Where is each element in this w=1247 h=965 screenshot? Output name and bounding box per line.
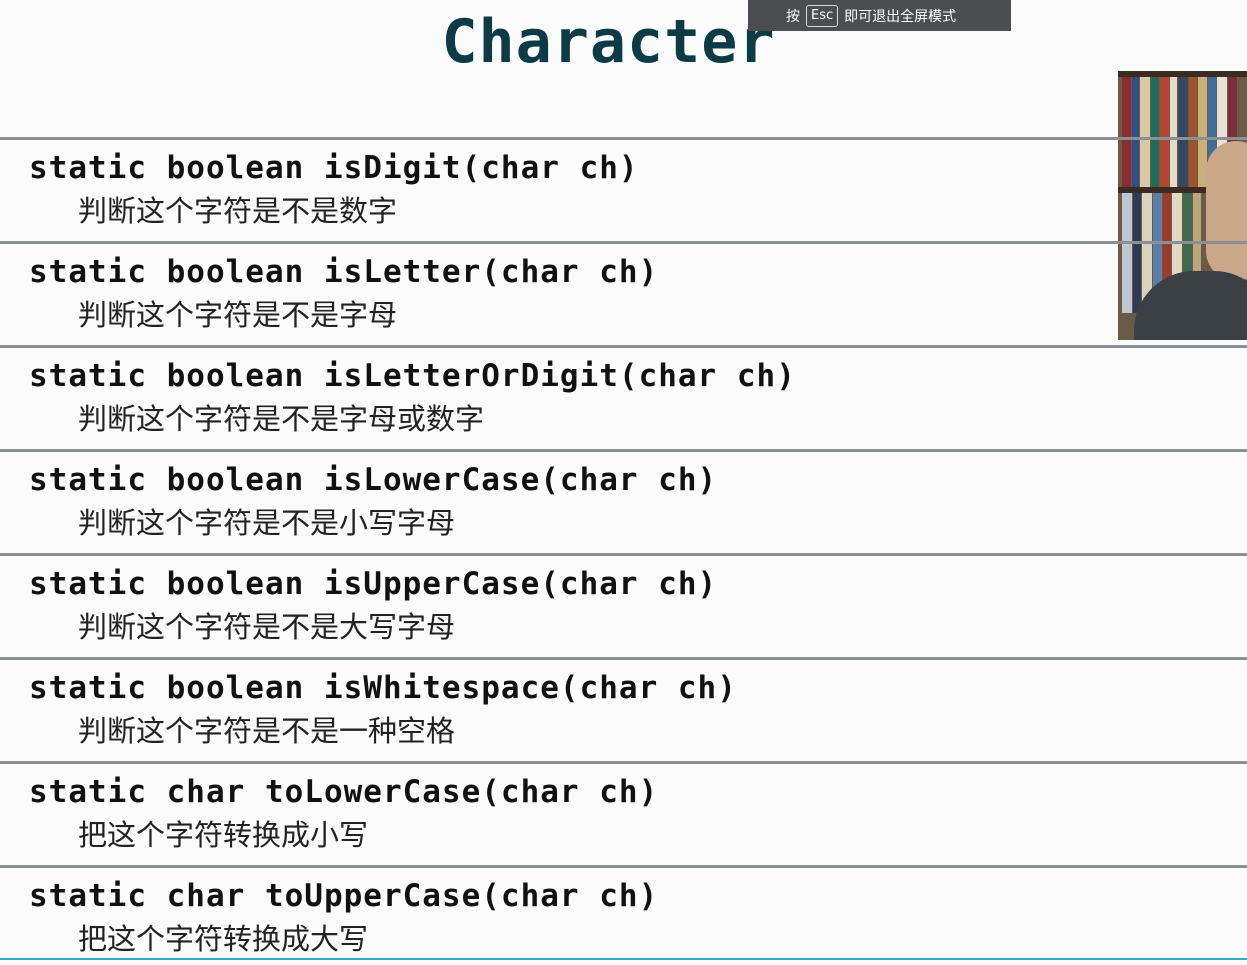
method-signature: static char toLowerCase(char ch) (29, 774, 659, 810)
method-row: static char toLowerCase(char ch) 把这个字符转换… (0, 761, 1247, 865)
fullscreen-hint-prefix: 按 (786, 8, 800, 25)
method-row: static boolean isLetterOrDigit(char ch) … (0, 345, 1247, 449)
presentation-slide: Character 按 Esc 即可退出全屏模式 static boolean (0, 0, 1247, 965)
method-row: static boolean isLowerCase(char ch) 判断这个… (0, 449, 1247, 553)
fullscreen-hint-text: 即可退出全屏模式 (844, 8, 957, 25)
slide-title: Character (441, 7, 776, 77)
method-signature: static boolean isDigit(char ch) (29, 150, 639, 186)
method-row: static boolean isWhitespace(char ch) 判断这… (0, 657, 1247, 761)
method-description: 把这个字符转换成大写 (78, 922, 369, 956)
method-row: static char toUpperCase(char ch) 把这个字符转换… (0, 865, 1247, 965)
method-row: static boolean isLetter(char ch) 判断这个字符是… (0, 241, 1247, 345)
method-description: 把这个字符转换成小写 (78, 818, 369, 852)
method-signature: static boolean isLowerCase(char ch) (29, 462, 718, 498)
video-progress-line (0, 958, 1247, 960)
method-signature: static boolean isLetterOrDigit(char ch) (29, 358, 796, 394)
method-signature: static char toUpperCase(char ch) (29, 878, 659, 914)
method-description: 判断这个字符是不是一种空格 (78, 714, 456, 748)
method-signature: static boolean isWhitespace(char ch) (29, 670, 737, 706)
method-row: static boolean isUpperCase(char ch) 判断这个… (0, 553, 1247, 657)
esc-key-badge: Esc (806, 4, 839, 27)
method-description: 判断这个字符是不是大写字母 (78, 610, 456, 644)
method-description: 判断这个字符是不是字母或数字 (78, 402, 485, 436)
method-list: static boolean isDigit(char ch) 判断这个字符是不… (0, 137, 1247, 965)
method-signature: static boolean isUpperCase(char ch) (29, 566, 718, 602)
method-description: 判断这个字符是不是小写字母 (78, 506, 456, 540)
fullscreen-exit-hint: 按 Esc 即可退出全屏模式 (748, 0, 1011, 31)
method-row: static boolean isDigit(char ch) 判断这个字符是不… (0, 137, 1247, 241)
method-description: 判断这个字符是不是数字 (78, 194, 398, 228)
method-description: 判断这个字符是不是字母 (78, 298, 398, 332)
method-signature: static boolean isLetter(char ch) (29, 254, 659, 290)
